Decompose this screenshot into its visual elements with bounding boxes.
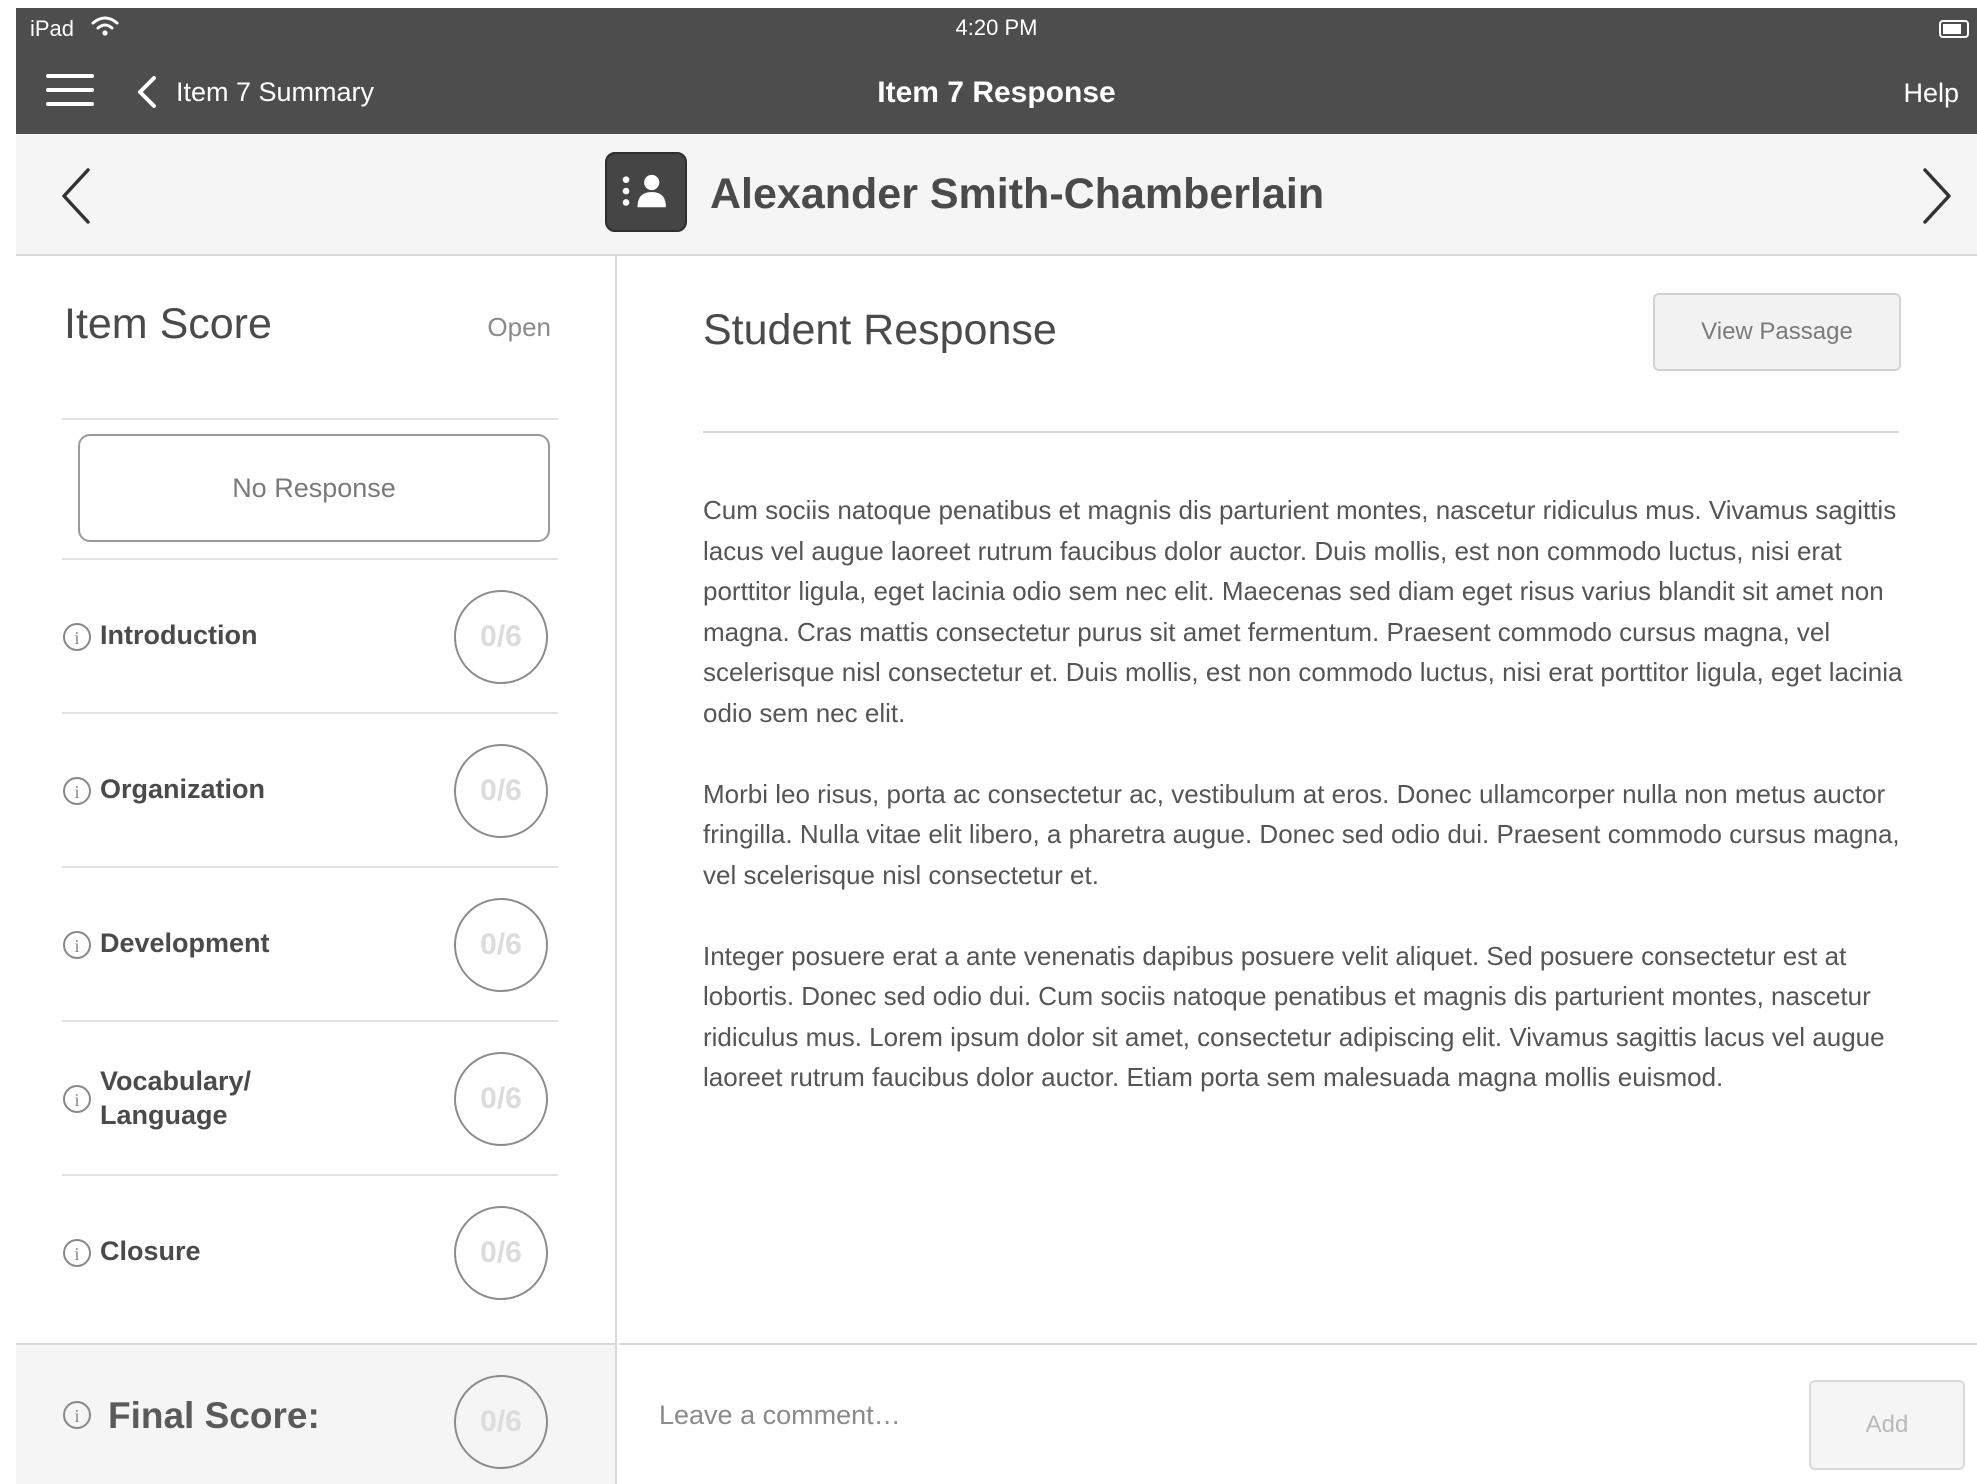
final-score-bar: i Final Score: 0/6	[16, 1343, 617, 1484]
item-score-panel: Item Score Open No Response i Introducti…	[16, 256, 617, 1343]
divider	[703, 431, 1899, 433]
student-name: Alexander Smith-Chamberlain	[710, 170, 1325, 218]
criteria-label: Vocabulary/ Language	[100, 1066, 252, 1130]
ipad-screen: iPad 4:20 PM Item 7 Summary Item 7 Respo…	[16, 8, 1977, 1484]
criteria-row-organization: i Organization 0/6	[62, 714, 558, 866]
criteria-row-vocabulary-language: i Vocabulary/ Language 0/6	[62, 1022, 558, 1174]
student-response-text: Cum sociis natoque penatibus et magnis d…	[703, 490, 1903, 1138]
info-icon[interactable]: i	[62, 1238, 92, 1268]
divider	[62, 418, 558, 420]
student-response-panel: Student Response View Passage Cum sociis…	[619, 256, 1977, 1343]
top-bar: iPad 4:20 PM Item 7 Summary Item 7 Respo…	[16, 8, 1977, 134]
svg-text:i: i	[74, 936, 79, 956]
info-icon[interactable]: i	[62, 930, 92, 960]
view-passage-button[interactable]: View Passage	[1653, 293, 1901, 371]
svg-text:i: i	[74, 782, 79, 802]
criteria-score-button[interactable]: 0/6	[454, 1206, 548, 1300]
add-comment-button[interactable]: Add	[1809, 1380, 1965, 1470]
nav-bar: Item 7 Summary Item 7 Response Help	[16, 48, 1977, 134]
page-title: Item 7 Response	[877, 76, 1116, 109]
response-paragraph: Integer posuere erat a ante venenatis da…	[703, 940, 1885, 1093]
final-score-label: Final Score:	[108, 1395, 320, 1436]
svg-text:i: i	[74, 1244, 79, 1264]
criteria-row-closure: i Closure 0/6	[62, 1176, 558, 1328]
student-header: Alexander Smith-Chamberlain	[16, 134, 1977, 256]
student-response-title: Student Response	[703, 306, 1057, 354]
item-status: Open	[487, 312, 551, 342]
student-list-icon[interactable]	[605, 152, 687, 232]
no-response-button[interactable]: No Response	[78, 434, 550, 542]
student-avatar-icon	[622, 174, 666, 208]
criteria-row-development: i Development 0/6	[62, 868, 558, 1020]
criteria-score-button[interactable]: 0/6	[454, 590, 548, 684]
info-icon[interactable]: i	[62, 1400, 92, 1430]
svg-text:i: i	[74, 1406, 79, 1426]
info-icon[interactable]: i	[62, 622, 92, 652]
previous-student-chevron-icon[interactable]	[56, 164, 96, 228]
svg-text:i: i	[74, 628, 79, 648]
help-link[interactable]: Help	[1903, 78, 1959, 109]
criteria-score-button[interactable]: 0/6	[454, 898, 548, 992]
criteria-label: Closure	[100, 1236, 201, 1266]
next-student-chevron-icon[interactable]	[1917, 164, 1957, 228]
response-paragraph: Morbi leo risus, porta ac consectetur ac…	[703, 778, 1900, 890]
comment-bar: Add	[619, 1343, 1977, 1484]
comment-input[interactable]	[659, 1385, 1759, 1445]
item-score-title: Item Score	[64, 300, 272, 348]
response-paragraph: Cum sociis natoque penatibus et magnis d…	[703, 495, 1903, 728]
final-score-button[interactable]: 0/6	[454, 1375, 548, 1469]
battery-icon	[1939, 20, 1969, 38]
svg-text:i: i	[74, 1090, 79, 1110]
info-icon[interactable]: i	[62, 776, 92, 806]
criteria-score-button[interactable]: 0/6	[454, 1052, 548, 1146]
criteria-label: Organization	[100, 774, 266, 804]
criteria-score-button[interactable]: 0/6	[454, 744, 548, 838]
status-bar: iPad 4:20 PM	[16, 8, 1977, 48]
status-time: 4:20 PM	[955, 15, 1038, 40]
info-icon[interactable]: i	[62, 1084, 92, 1114]
criteria-row-introduction: i Introduction 0/6	[62, 560, 558, 712]
criteria-label: Development	[100, 928, 270, 958]
criteria-label: Introduction	[100, 620, 258, 650]
